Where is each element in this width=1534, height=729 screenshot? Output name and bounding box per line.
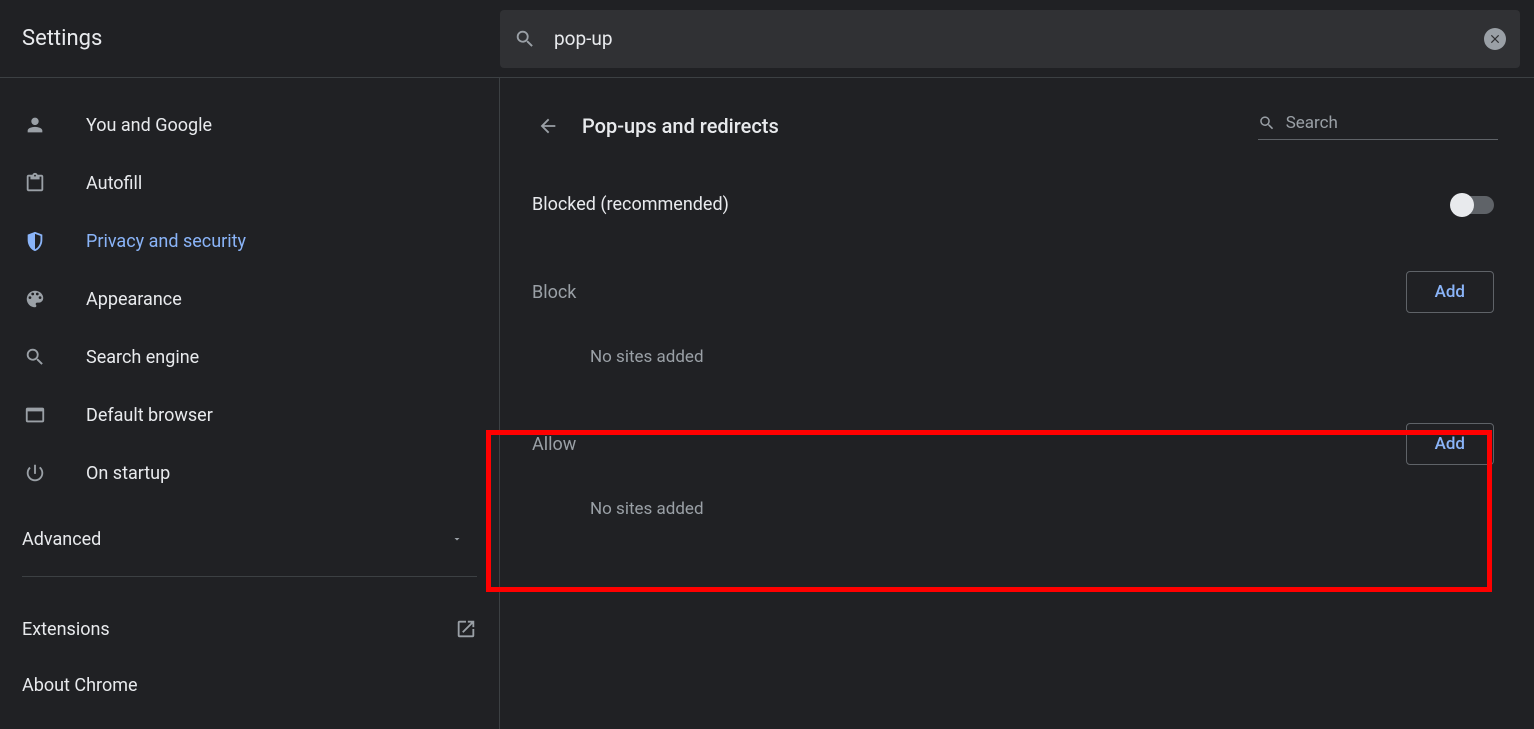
toggle-knob [1450,193,1474,217]
extensions-label: Extensions [22,619,110,640]
sidebar: You and Google Autofill Privacy and secu… [0,78,500,729]
sidebar-advanced-toggle[interactable]: Advanced [0,510,499,568]
sidebar-item-label: Privacy and security [86,231,246,252]
sidebar-extensions-link[interactable]: Extensions [22,601,477,657]
search-icon [24,346,46,368]
page-title: Pop-ups and redirects [582,114,779,138]
chevron-down-icon [451,533,463,545]
content-area: Pop-ups and redirects Blocked (recommend… [500,78,1534,729]
blocked-toggle[interactable] [1452,196,1494,214]
block-add-button[interactable]: Add [1406,271,1494,313]
block-empty-message: No sites added [528,347,1498,367]
sidebar-item-autofill[interactable]: Autofill [0,154,499,212]
allow-empty-message: No sites added [528,499,1498,519]
sidebar-item-label: Autofill [86,173,142,194]
sidebar-item-label: Appearance [86,289,182,310]
content-header: Pop-ups and redirects [528,106,1498,146]
search-icon [514,28,536,50]
sidebar-item-label: Search engine [86,347,199,368]
clear-search-button[interactable] [1484,28,1506,50]
search-icon [1258,113,1276,133]
sidebar-item-on-startup[interactable]: On startup [0,444,499,502]
sidebar-item-you-and-google[interactable]: You and Google [0,96,499,154]
block-section-title: Block [532,282,576,303]
content-search-box[interactable] [1258,113,1498,140]
sidebar-item-label: On startup [86,463,170,484]
global-search-input[interactable] [536,27,1484,50]
palette-icon [24,288,46,310]
sidebar-item-appearance[interactable]: Appearance [0,270,499,328]
arrow-back-icon [537,115,559,137]
sidebar-item-label: You and Google [86,115,212,136]
browser-icon [24,404,46,426]
sidebar-footer: Extensions About Chrome [22,576,477,713]
content-search-input[interactable] [1286,113,1498,133]
allow-add-button[interactable]: Add [1406,423,1494,465]
sidebar-about-link[interactable]: About Chrome [22,657,477,713]
blocked-toggle-label: Blocked (recommended) [532,194,729,215]
sidebar-item-default-browser[interactable]: Default browser [0,386,499,444]
shield-icon [24,230,46,252]
block-section-header: Block Add [528,271,1498,313]
power-icon [24,462,46,484]
advanced-label: Advanced [22,529,101,550]
sidebar-item-search-engine[interactable]: Search engine [0,328,499,386]
settings-header: Settings [0,0,1534,78]
blocked-toggle-row: Blocked (recommended) [528,194,1498,215]
allow-section-title: Allow [532,434,576,455]
sidebar-item-privacy-security[interactable]: Privacy and security [0,212,499,270]
person-icon [24,114,46,136]
settings-title: Settings [0,26,500,51]
allow-section-header: Allow Add [528,423,1498,465]
about-label: About Chrome [22,675,138,696]
back-button[interactable] [528,106,568,146]
global-search-box[interactable] [500,10,1520,68]
open-new-icon [455,618,477,640]
clipboard-icon [24,172,46,194]
sidebar-item-label: Default browser [86,405,213,426]
close-icon [1488,32,1502,46]
